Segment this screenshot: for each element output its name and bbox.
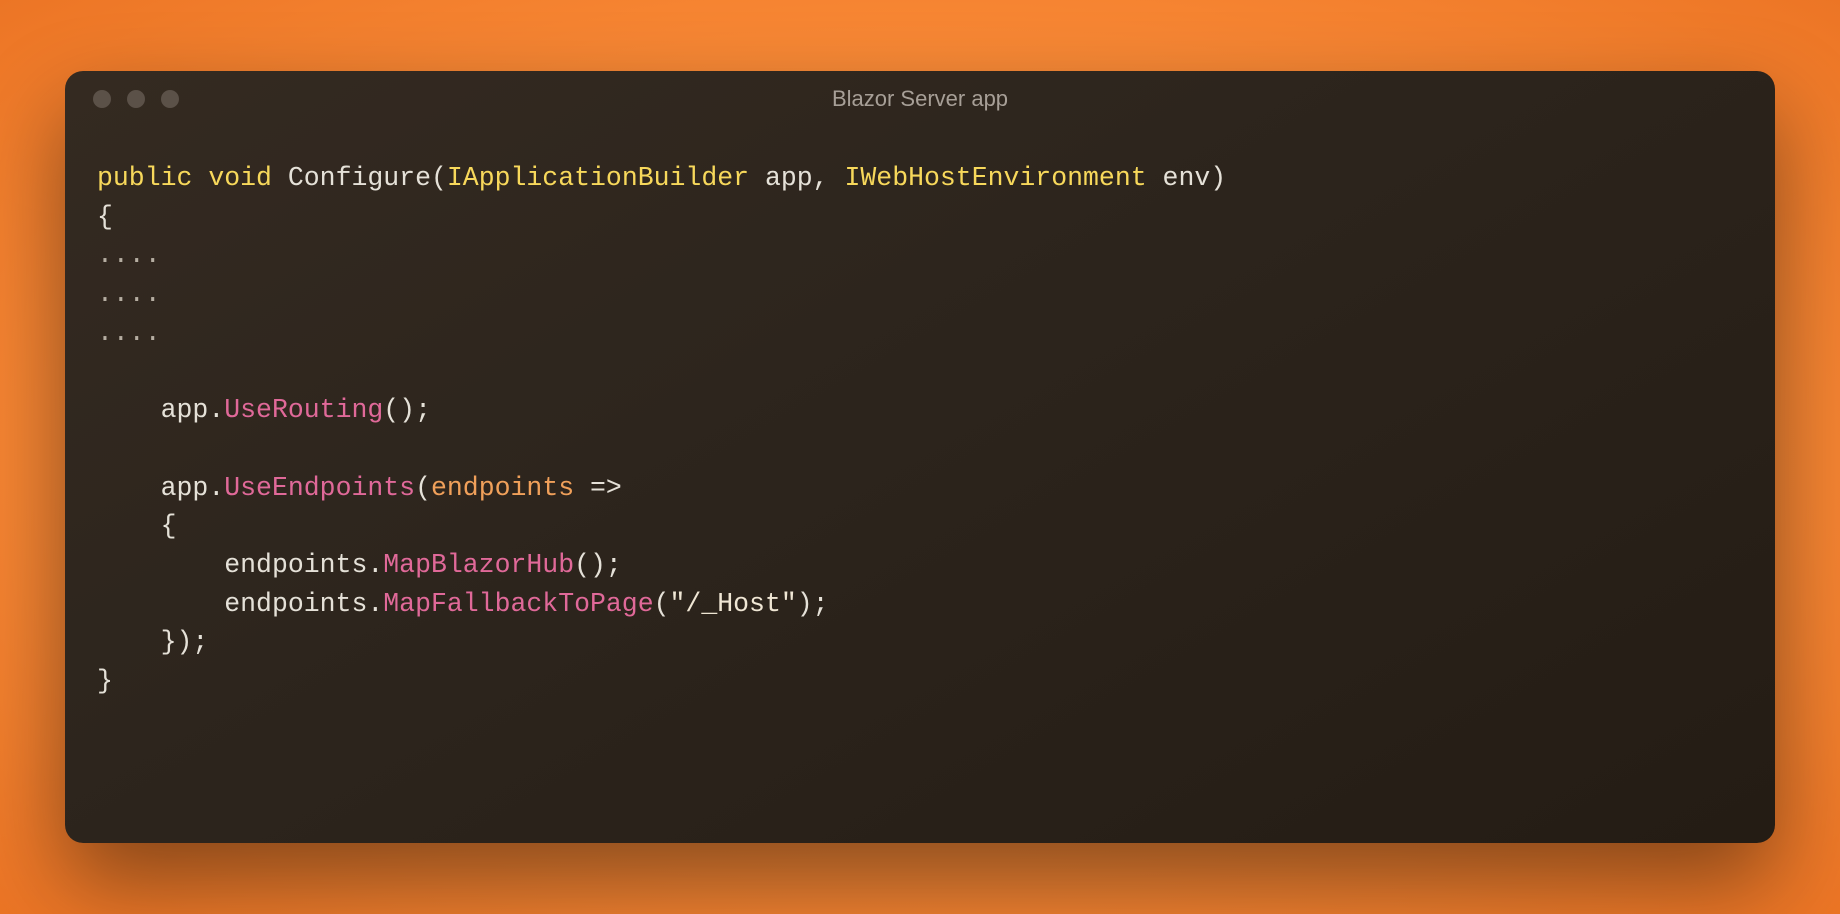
paren-close: ) (1210, 163, 1226, 193)
param-app: app (749, 163, 813, 193)
close-icon[interactable] (93, 90, 111, 108)
indent (97, 473, 161, 503)
lambda-param-endpoints: endpoints (431, 473, 574, 503)
type-iwebhostenvironment: IWebHostEnvironment (829, 163, 1147, 193)
code-area[interactable]: public void Configure(IApplicationBuilde… (65, 127, 1775, 843)
window-title: Blazor Server app (65, 86, 1775, 112)
ellipsis-line: .... (97, 318, 161, 348)
method-useendpoints: UseEndpoints (224, 473, 415, 503)
call-tail: (); (574, 550, 622, 580)
maximize-icon[interactable] (161, 90, 179, 108)
paren-open: ( (431, 163, 447, 193)
object-app: app. (161, 473, 225, 503)
type-iapplicationbuilder: IApplicationBuilder (447, 163, 749, 193)
string-host: "/_Host" (670, 589, 797, 619)
param-env: env (1147, 163, 1211, 193)
method-mapblazorhub: MapBlazorHub (383, 550, 574, 580)
object-app: app. (161, 395, 225, 425)
call-tail: (); (383, 395, 431, 425)
lambda-arrow: => (574, 473, 622, 503)
ellipsis-line: .... (97, 240, 161, 270)
brace-open: { (97, 202, 113, 232)
code-window: Blazor Server app public void Configure(… (65, 71, 1775, 843)
object-endpoints: endpoints. (224, 550, 383, 580)
brace-close: } (97, 666, 113, 696)
ellipsis-line: .... (97, 279, 161, 309)
keyword-public: public (97, 163, 192, 193)
minimize-icon[interactable] (127, 90, 145, 108)
brace-open: { (97, 511, 177, 541)
paren-open: ( (415, 473, 431, 503)
keyword-void: void (208, 163, 272, 193)
paren-open: ( (654, 589, 670, 619)
comma: , (813, 163, 829, 193)
paren-close-semi: ); (797, 589, 829, 619)
brace-close-paren: }); (97, 627, 208, 657)
titlebar: Blazor Server app (65, 71, 1775, 127)
indent (97, 550, 224, 580)
object-endpoints: endpoints. (224, 589, 383, 619)
indent (97, 589, 224, 619)
method-userouting: UseRouting (224, 395, 383, 425)
traffic-lights (93, 90, 179, 108)
method-name: Configure (288, 163, 431, 193)
indent (97, 395, 161, 425)
method-mapfallbacktopage: MapFallbackToPage (383, 589, 653, 619)
